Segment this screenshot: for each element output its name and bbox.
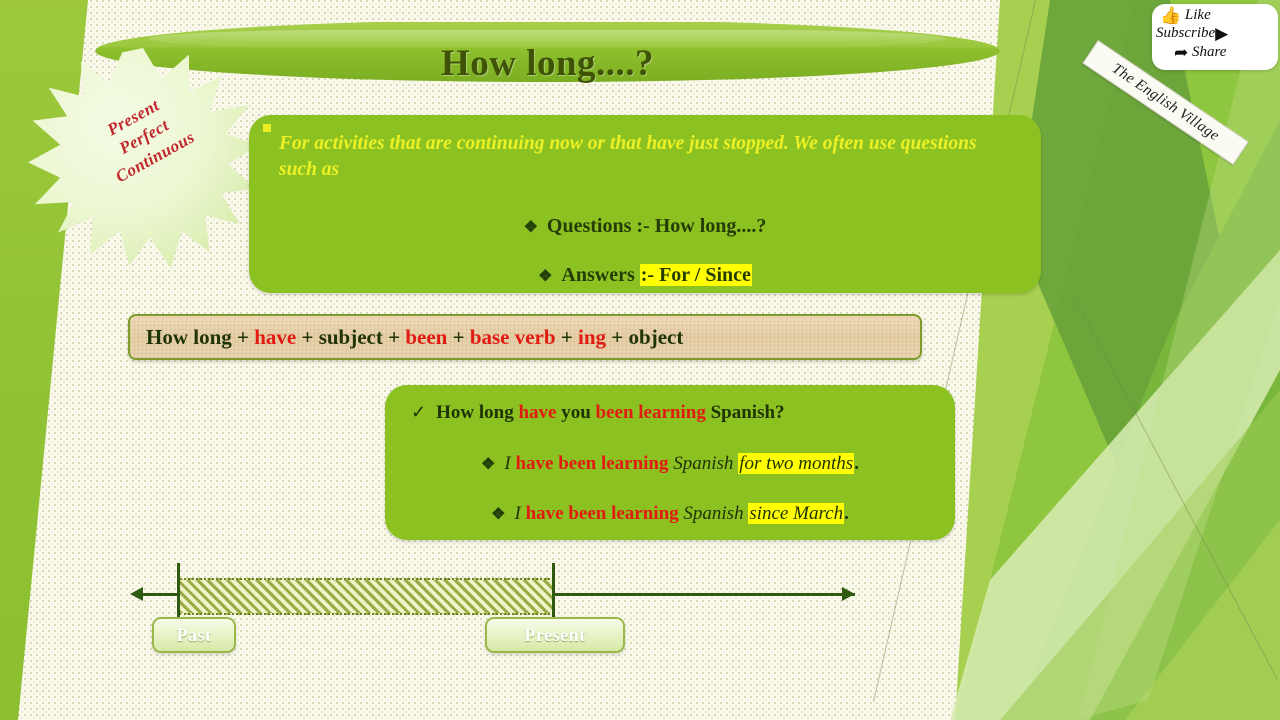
explanation-text: For activities that are continuing now o…	[279, 133, 977, 181]
subscribe-row[interactable]: Subscribe ▶	[1156, 25, 1228, 42]
slide-canvas: How long....? Present Perfect Continuous…	[0, 0, 1280, 720]
explanation-box: For activities that are continuing now o…	[249, 115, 1041, 293]
formula-bar: How long + have + subject + been + base …	[128, 314, 922, 360]
example3-part-a: I	[514, 503, 526, 524]
questions-line: ❖ Questions :- How long....?	[249, 215, 1041, 238]
example3-highlight: since March	[748, 503, 845, 524]
questions-value: How long....?	[654, 215, 767, 237]
timeline-label-present: Present	[485, 617, 625, 653]
examples-box: ✓ How long have you been learning Spanish…	[385, 385, 955, 540]
title-banner: How long....?	[95, 22, 1000, 84]
formula-part-5: base verb	[469, 324, 556, 349]
like-label: Like	[1184, 7, 1211, 23]
example2-highlight: for two months	[738, 453, 855, 474]
answers-highlight: :- For / Since	[639, 264, 752, 286]
share-arrow-icon: ➦	[1174, 43, 1189, 62]
social-watermark[interactable]: 👍 Like Subscribe ▶ ➦ Share	[1152, 4, 1278, 70]
example-line-1: ✓ How long have you been learning Spanish…	[385, 402, 981, 424]
example1-part-b: have	[518, 402, 557, 423]
example-line-3: ❖ I have been learning Spanish since Marc…	[385, 503, 955, 525]
formula-part-1: How long	[146, 324, 232, 349]
thumbs-up-icon: 👍	[1160, 6, 1182, 25]
formula-op-5: +	[560, 324, 573, 349]
square-bullet-icon	[263, 124, 271, 132]
timeline-diagram: Past Present	[130, 555, 860, 655]
diamond-bullet-icon: ❖	[538, 268, 553, 285]
timeline-label-past: Past	[152, 617, 236, 653]
formula-part-4: been	[405, 324, 448, 349]
formula-op-3: +	[388, 324, 401, 349]
check-bullet-icon: ✓	[411, 402, 427, 422]
example-line-2: ❖ I have been learning Spanish for two mo…	[385, 453, 955, 475]
arrow-right-icon	[842, 587, 855, 601]
formula-part-7: object	[628, 324, 684, 349]
subscribe-label: Subscribe	[1156, 25, 1216, 41]
formula-part-3: subject	[318, 324, 383, 349]
example3-part-e: .	[844, 503, 849, 524]
example2-part-b: have been learning	[515, 453, 669, 474]
diamond-bullet-icon: ❖	[523, 219, 538, 236]
example1-part-a: How long	[436, 402, 519, 423]
example2-part-c: Spanish	[668, 453, 734, 474]
formula-op-6: +	[611, 324, 624, 349]
like-row[interactable]: 👍 Like	[1160, 7, 1211, 24]
share-label: Share	[1192, 44, 1227, 60]
formula-text: How long + have + subject + been + base …	[130, 325, 683, 350]
diamond-bullet-icon: ❖	[491, 506, 506, 523]
example2-part-a: I	[504, 453, 516, 474]
example1-part-e: Spanish?	[705, 402, 785, 423]
example1-part-d: been learning	[595, 402, 706, 423]
formula-op-1: +	[237, 324, 249, 349]
example2-part-e: .	[854, 453, 859, 474]
arrow-left-icon	[130, 587, 143, 601]
example3-part-b: have been learning	[525, 503, 679, 524]
formula-op-4: +	[452, 324, 465, 349]
example3-part-c: Spanish	[678, 503, 749, 524]
formula-part-6: ing	[578, 324, 607, 349]
answers-label: Answers	[561, 264, 635, 286]
answers-line: ❖ Answers :- For / Since	[249, 264, 1041, 287]
questions-label: Questions	[546, 215, 632, 237]
questions-separator: :-	[636, 215, 650, 237]
page-title: How long....?	[440, 43, 655, 84]
example1-part-c: you	[556, 402, 596, 423]
timeline-duration-band	[179, 578, 554, 615]
diamond-bullet-icon: ❖	[481, 456, 496, 473]
formula-op-2: +	[301, 324, 314, 349]
share-row[interactable]: ➦ Share	[1174, 44, 1226, 61]
formula-part-2: have	[254, 324, 297, 349]
play-triangle-icon: ▶	[1215, 24, 1229, 43]
